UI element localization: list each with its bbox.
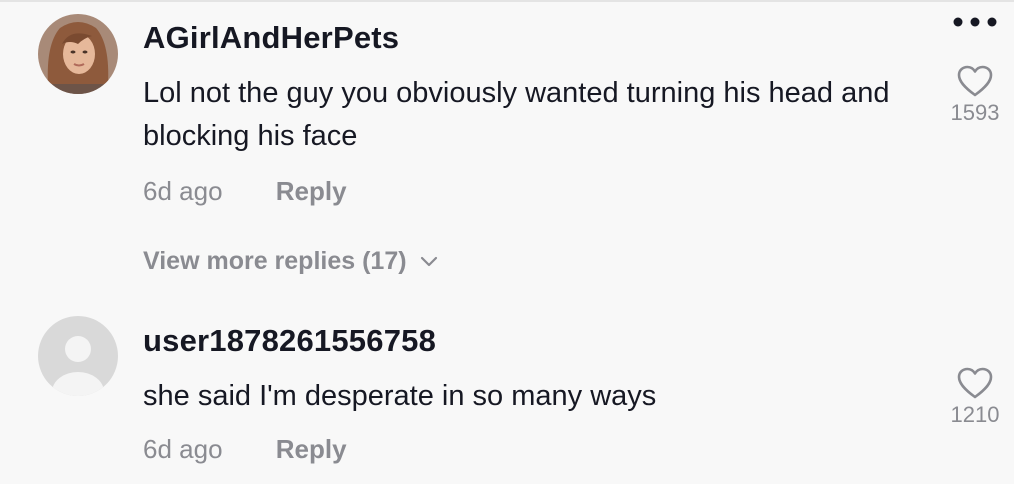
more-options-icon[interactable]	[950, 10, 1000, 34]
username[interactable]: user1878261556758	[143, 323, 436, 359]
comment-meta: 6d ago Reply	[143, 176, 347, 207]
avatar[interactable]	[38, 316, 118, 396]
view-more-label: View more replies (17)	[143, 247, 407, 275]
like-button[interactable]: 1593	[940, 64, 1010, 126]
heart-icon	[940, 366, 1010, 400]
comment-time: 6d ago	[143, 176, 223, 206]
like-count: 1210	[950, 402, 1000, 427]
username[interactable]: AGirlAndHerPets	[143, 20, 399, 56]
heart-icon	[940, 64, 1010, 98]
comment-text: Lol not the guy you obviously wanted tur…	[143, 77, 890, 152]
comment-meta: 6d ago Reply	[143, 434, 347, 465]
chevron-down-icon	[420, 257, 437, 267]
avatar[interactable]	[38, 14, 118, 94]
top-divider	[0, 0, 1014, 2]
view-more-replies-button[interactable]: View more replies (17)	[143, 247, 439, 276]
comment-text: she said I'm desperate in so many ways	[143, 380, 657, 412]
reply-button[interactable]: Reply	[276, 176, 347, 207]
reply-button[interactable]: Reply	[276, 434, 347, 465]
comment-time: 6d ago	[143, 434, 223, 464]
like-count: 1593	[950, 100, 1000, 125]
like-button[interactable]: 1210	[940, 366, 1010, 428]
